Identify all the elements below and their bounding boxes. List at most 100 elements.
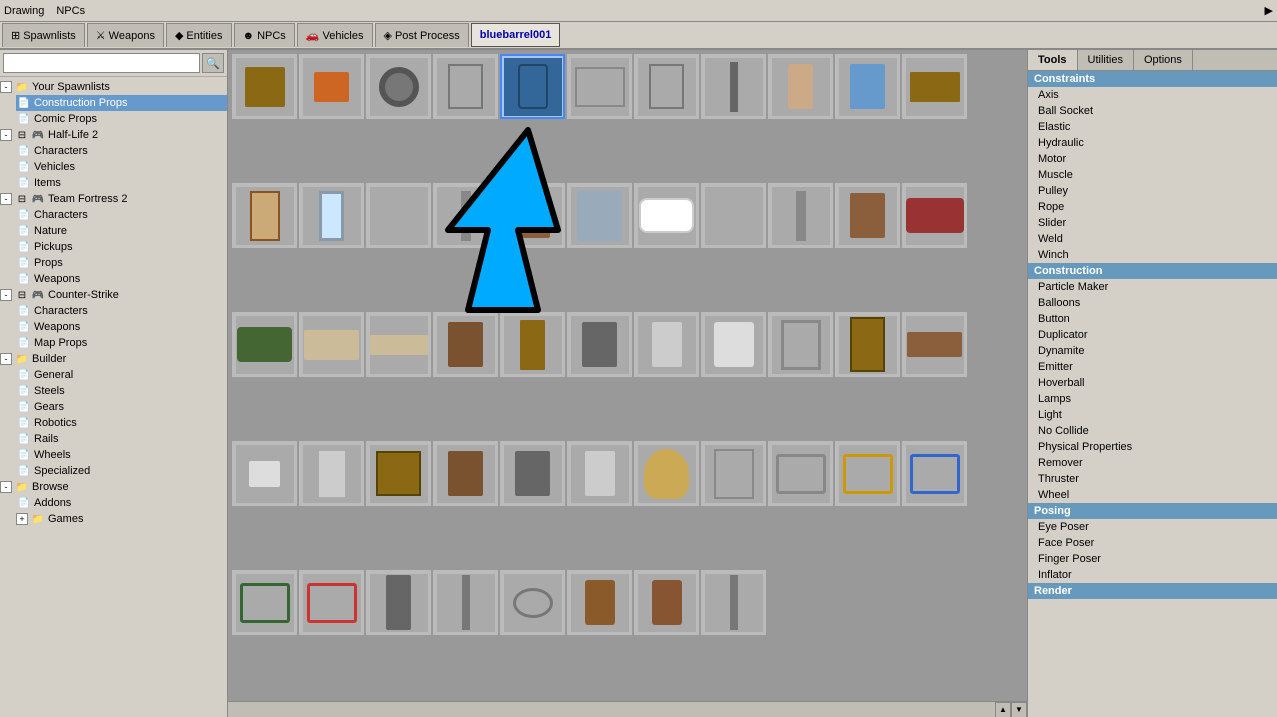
scroll-down-btn[interactable]: ▼ [1011,702,1027,717]
grid-item-post2[interactable] [768,183,833,248]
tree-root-browse[interactable]: - Browse [0,479,227,495]
right-item-button[interactable]: Button [1028,311,1277,327]
grid-item-cage-yellow[interactable] [835,441,900,506]
grid-item-table[interactable] [902,54,967,119]
right-item-winch[interactable]: Winch [1028,247,1277,263]
tree-item-builder-robotics[interactable]: Robotics [16,415,227,431]
grid-item-crate[interactable] [366,441,431,506]
grid-item-tub[interactable] [634,183,699,248]
tree-item-comic-props[interactable]: Comic Props [16,111,227,127]
grid-item-dresser[interactable] [433,312,498,377]
tab-npcs[interactable]: ☻ NPCs [234,23,295,47]
right-item-balloons[interactable]: Balloons [1028,295,1277,311]
tree-item-builder-general[interactable]: General [16,367,227,383]
right-item-light[interactable]: Light [1028,407,1277,423]
grid-item-cage-green[interactable] [232,570,297,635]
tab-spawnlists[interactable]: ⊞ Spawnlists [2,23,85,47]
right-item-lamps[interactable]: Lamps [1028,391,1277,407]
grid-item-sink[interactable] [232,441,297,506]
grid-item-pipe[interactable] [500,570,565,635]
grid-item-heater2[interactable] [567,441,632,506]
grid-item-fence3[interactable] [701,183,766,248]
grid-item-wheel[interactable] [366,54,431,119]
expand-cs[interactable]: - [0,289,12,301]
tree-item-tf2-pickups[interactable]: Pickups [16,239,227,255]
grid-item-barrel3[interactable] [567,570,632,635]
tree-item-builder-wheels[interactable]: Wheels [16,447,227,463]
right-item-particle-maker[interactable]: Particle Maker [1028,279,1277,295]
right-item-rope[interactable]: Rope [1028,199,1277,215]
grid-item-stove[interactable] [567,312,632,377]
search-input[interactable] [3,53,200,73]
grid-item-post[interactable] [433,183,498,248]
right-item-no-collide[interactable]: No Collide [1028,423,1277,439]
grid-item-cans[interactable] [299,54,364,119]
grid-item-fence[interactable] [567,54,632,119]
expand-your-spawnlists[interactable]: - [0,81,12,93]
right-item-eye-poser[interactable]: Eye Poser [1028,519,1277,535]
tree-item-cs-characters[interactable]: Characters [16,303,227,319]
right-item-pulley[interactable]: Pulley [1028,183,1277,199]
right-item-weld[interactable]: Weld [1028,231,1277,247]
grid-item-bars[interactable] [701,441,766,506]
grid-item-door2[interactable] [835,312,900,377]
grid-item-sofa[interactable] [902,183,967,248]
tree-item-builder-rails[interactable]: Rails [16,431,227,447]
grid-item-cage-red[interactable] [299,570,364,635]
tree-item-builder-gears[interactable]: Gears [16,399,227,415]
tree-item-cs-map-props[interactable]: Map Props [16,335,227,351]
grid-item-stool[interactable] [232,54,297,119]
grid-item-mirror[interactable] [299,183,364,248]
right-item-hydraulic[interactable]: Hydraulic [1028,135,1277,151]
expand-builder[interactable]: - [0,353,12,365]
tree-item-browse-games[interactable]: + Games [16,511,227,527]
tab-bluebarrel[interactable]: bluebarrel001 [471,23,561,47]
tree-item-builder-specialized[interactable]: Specialized [16,463,227,479]
tree-item-tf2-weapons[interactable]: Weapons [16,271,227,287]
grid-item-fountain[interactable] [567,183,632,248]
grid-item-mattress[interactable] [299,312,364,377]
right-item-emitter[interactable]: Emitter [1028,359,1277,375]
tab-post-process[interactable]: ◈ Post Process [375,23,469,47]
grid-item-panel[interactable] [433,54,498,119]
grid-item-fence2[interactable] [366,183,431,248]
right-tab-options[interactable]: Options [1134,50,1193,70]
tab-weapons[interactable]: ⚔ Weapons [87,23,164,47]
tree-item-tf2-props[interactable]: Props [16,255,227,271]
grid-item-greensofa[interactable] [232,312,297,377]
right-item-thruster[interactable]: Thruster [1028,471,1277,487]
menu-drawing[interactable]: Drawing [4,5,44,17]
right-item-dynamite[interactable]: Dynamite [1028,343,1277,359]
grid-item-post4[interactable] [701,570,766,635]
expand-browse[interactable]: - [0,481,12,493]
tree-item-builder-steels[interactable]: Steels [16,383,227,399]
expand-browse-games[interactable]: + [16,513,28,525]
right-item-face-poser[interactable]: Face Poser [1028,535,1277,551]
tree-item-browse-addons[interactable]: Addons [16,495,227,511]
tree-item-cs-weapons[interactable]: Weapons [16,319,227,335]
tree-item-tf2-nature[interactable]: Nature [16,223,227,239]
right-item-finger-poser[interactable]: Finger Poser [1028,551,1277,567]
tree-root-cs[interactable]: - ⊟ 🎮 Counter-Strike [0,287,227,303]
grid-item-barrel2[interactable] [768,54,833,119]
grid-item-bench[interactable] [902,312,967,377]
right-item-inflator[interactable]: Inflator [1028,567,1277,583]
grid-item-chair[interactable] [835,54,900,119]
grid-item-tower[interactable] [366,570,431,635]
right-item-ball-socket[interactable]: Ball Socket [1028,103,1277,119]
grid-item-panel2[interactable] [634,54,699,119]
grid-item-door[interactable] [232,183,297,248]
menu-npcs[interactable]: NPCs [56,5,85,17]
right-item-duplicator[interactable]: Duplicator [1028,327,1277,343]
grid-item-rusted[interactable] [634,570,699,635]
grid-item-stove2[interactable] [500,441,565,506]
right-item-slider[interactable]: Slider [1028,215,1277,231]
grid-item-woodchair2[interactable] [835,183,900,248]
right-item-hoverball[interactable]: Hoverball [1028,375,1277,391]
right-tab-tools[interactable]: Tools [1028,50,1078,70]
tree-item-hl2-characters[interactable]: Characters [16,143,227,159]
right-item-physical-properties[interactable]: Physical Properties [1028,439,1277,455]
grid-item-dresser2[interactable] [433,441,498,506]
search-button[interactable]: 🔍 [202,53,224,73]
grid-item-rod[interactable] [701,54,766,119]
